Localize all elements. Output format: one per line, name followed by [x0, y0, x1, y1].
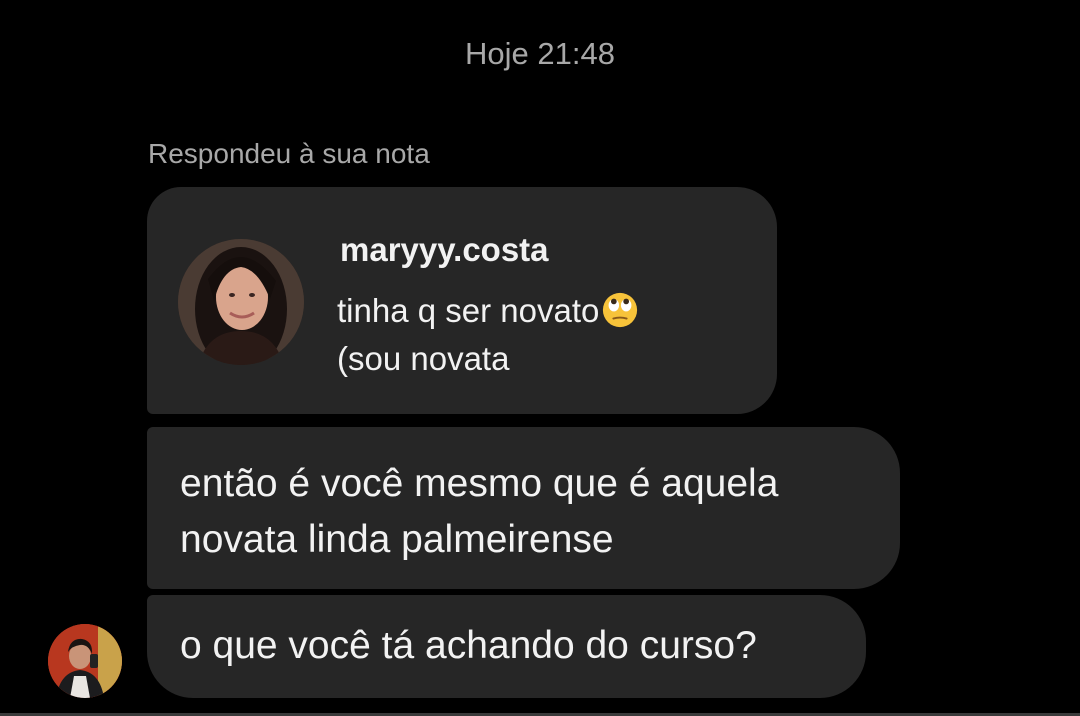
- note-text: tinha q ser novato (sou novata: [337, 287, 639, 383]
- message-text: então é você mesmo que é aquela novata l…: [180, 456, 778, 568]
- message-bubble[interactable]: então é você mesmo que é aquela novata l…: [147, 427, 900, 589]
- note-line-1-text: tinha q ser novato: [337, 292, 600, 329]
- message-line-1: então é você mesmo que é aquela: [180, 462, 779, 505]
- sender-avatar[interactable]: [48, 624, 122, 698]
- message-line-2: novata linda palmeirense: [180, 518, 614, 561]
- message-text: o que você tá achando do curso?: [180, 624, 757, 667]
- note-line-2: (sou novata: [337, 340, 510, 377]
- note-author-avatar[interactable]: [178, 239, 304, 365]
- note-author-username[interactable]: maryyy.costa: [340, 231, 549, 269]
- message-bubble[interactable]: o que você tá achando do curso?: [147, 595, 866, 698]
- note-reply-bubble[interactable]: maryyy.costa tinha q ser novato (sou nov…: [147, 187, 777, 414]
- message-timestamp: Hoje 21:48: [465, 36, 615, 71]
- reply-context-label: Respondeu à sua nota: [148, 138, 430, 169]
- sender-photo: [48, 624, 122, 698]
- note-line-1: tinha q ser novato: [337, 287, 639, 335]
- note-author-photo: [178, 239, 304, 365]
- face-with-rolling-eyes-icon: [603, 292, 638, 328]
